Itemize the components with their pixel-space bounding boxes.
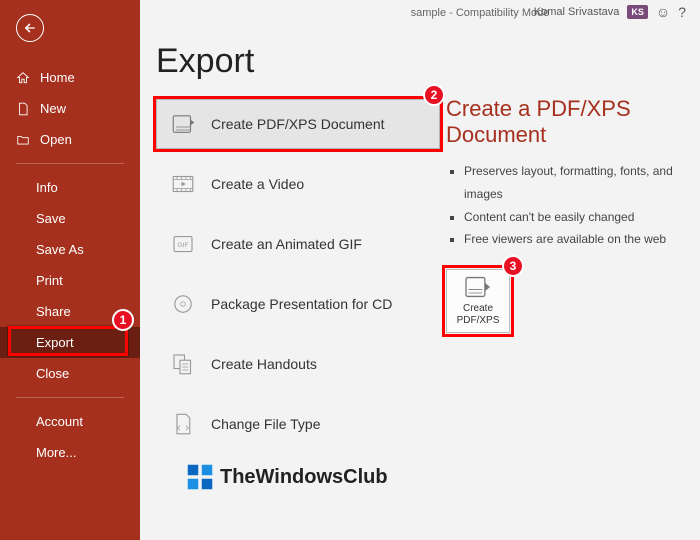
- page-title: Export: [156, 42, 440, 81]
- sidebar-item-label: Save: [36, 211, 66, 226]
- sidebar-item-print[interactable]: Print: [0, 265, 140, 296]
- sidebar-item-close[interactable]: Close: [0, 358, 140, 389]
- annotation-badge-1: 1: [112, 309, 134, 331]
- button-label: Create PDF/XPS: [447, 303, 509, 327]
- sidebar-item-new[interactable]: New: [0, 93, 140, 124]
- pdf-export-icon: [464, 275, 492, 299]
- home-icon: [16, 71, 30, 85]
- help-icon[interactable]: ?: [678, 4, 686, 20]
- option-create-pdfxps[interactable]: Create PDF/XPS Document 2: [156, 99, 440, 149]
- sidebar-item-label: New: [40, 101, 66, 116]
- sidebar-item-label: Info: [36, 180, 58, 195]
- create-pdfxps-button[interactable]: Create PDF/XPS: [446, 269, 510, 333]
- arrow-left-icon: [23, 21, 37, 35]
- separator: [16, 397, 124, 398]
- sidebar-item-label: Home: [40, 70, 75, 85]
- sidebar-item-label: Account: [36, 414, 83, 429]
- option-package-cd[interactable]: Package Presentation for CD: [156, 279, 440, 329]
- sidebar-item-open[interactable]: Open: [0, 124, 140, 155]
- export-detail-column: Create a PDF/XPS Document Preserves layo…: [440, 26, 700, 540]
- title-bar: sample - Compatibility Mode Komal Srivas…: [140, 0, 700, 26]
- watermark: TheWindowsClub: [186, 463, 440, 491]
- option-create-video[interactable]: Create a Video: [156, 159, 440, 209]
- option-label: Create an Animated GIF: [211, 236, 362, 252]
- open-icon: [16, 133, 30, 147]
- user-name: Komal Srivastava: [534, 6, 620, 18]
- option-label: Create PDF/XPS Document: [211, 116, 385, 132]
- option-label: Create Handouts: [211, 356, 317, 372]
- pdf-icon: [171, 112, 195, 136]
- option-label: Create a Video: [211, 176, 304, 192]
- detail-bullet: Preserves layout, formatting, fonts, and…: [464, 160, 686, 206]
- back-button[interactable]: [16, 14, 44, 42]
- smiley-icon[interactable]: ☺: [656, 4, 670, 20]
- main-panel: Export Create PDF/XPS Document 2 Create …: [140, 0, 700, 540]
- handouts-icon: [171, 352, 195, 376]
- detail-bullet: Content can't be easily changed: [464, 206, 686, 229]
- export-options-column: Export Create PDF/XPS Document 2 Create …: [140, 26, 440, 540]
- cd-icon: [171, 292, 195, 316]
- option-create-handouts[interactable]: Create Handouts: [156, 339, 440, 389]
- separator: [16, 163, 124, 164]
- sidebar-item-home[interactable]: Home: [0, 62, 140, 93]
- detail-bullet: Free viewers are available on the web: [464, 228, 686, 251]
- sidebar-item-label: Close: [36, 366, 69, 381]
- video-icon: [171, 172, 195, 196]
- sidebar-item-saveas[interactable]: Save As: [0, 234, 140, 265]
- annotation-badge-2: 2: [423, 84, 445, 106]
- backstage-sidebar: Home New Open Info Save Save As Print Sh…: [0, 0, 140, 540]
- sidebar-item-label: Open: [40, 132, 72, 147]
- detail-heading: Create a PDF/XPS Document: [446, 96, 686, 148]
- sidebar-item-save[interactable]: Save: [0, 203, 140, 234]
- sidebar-item-label: Export: [36, 335, 74, 350]
- sidebar-item-label: More...: [36, 445, 76, 460]
- watermark-text: TheWindowsClub: [220, 466, 388, 489]
- option-label: Change File Type: [211, 416, 320, 432]
- option-create-gif[interactable]: GIF Create an Animated GIF: [156, 219, 440, 269]
- sidebar-item-more[interactable]: More...: [0, 437, 140, 468]
- new-icon: [16, 102, 30, 116]
- annotation-badge-3: 3: [502, 255, 524, 277]
- sidebar-item-export[interactable]: Export: [0, 327, 140, 358]
- sidebar-item-info[interactable]: Info: [0, 172, 140, 203]
- filetype-icon: [171, 412, 195, 436]
- option-change-filetype[interactable]: Change File Type: [156, 399, 440, 449]
- sidebar-item-account[interactable]: Account: [0, 406, 140, 437]
- sidebar-item-label: Print: [36, 273, 63, 288]
- sidebar-item-label: Share: [36, 304, 71, 319]
- document-title: sample - Compatibility Mode: [291, 7, 550, 19]
- thewindowsclub-logo-icon: [186, 463, 214, 491]
- gif-icon: GIF: [171, 232, 195, 256]
- sidebar-item-label: Save As: [36, 242, 84, 257]
- avatar[interactable]: KS: [627, 5, 648, 19]
- svg-text:GIF: GIF: [177, 242, 188, 249]
- option-label: Package Presentation for CD: [211, 296, 392, 312]
